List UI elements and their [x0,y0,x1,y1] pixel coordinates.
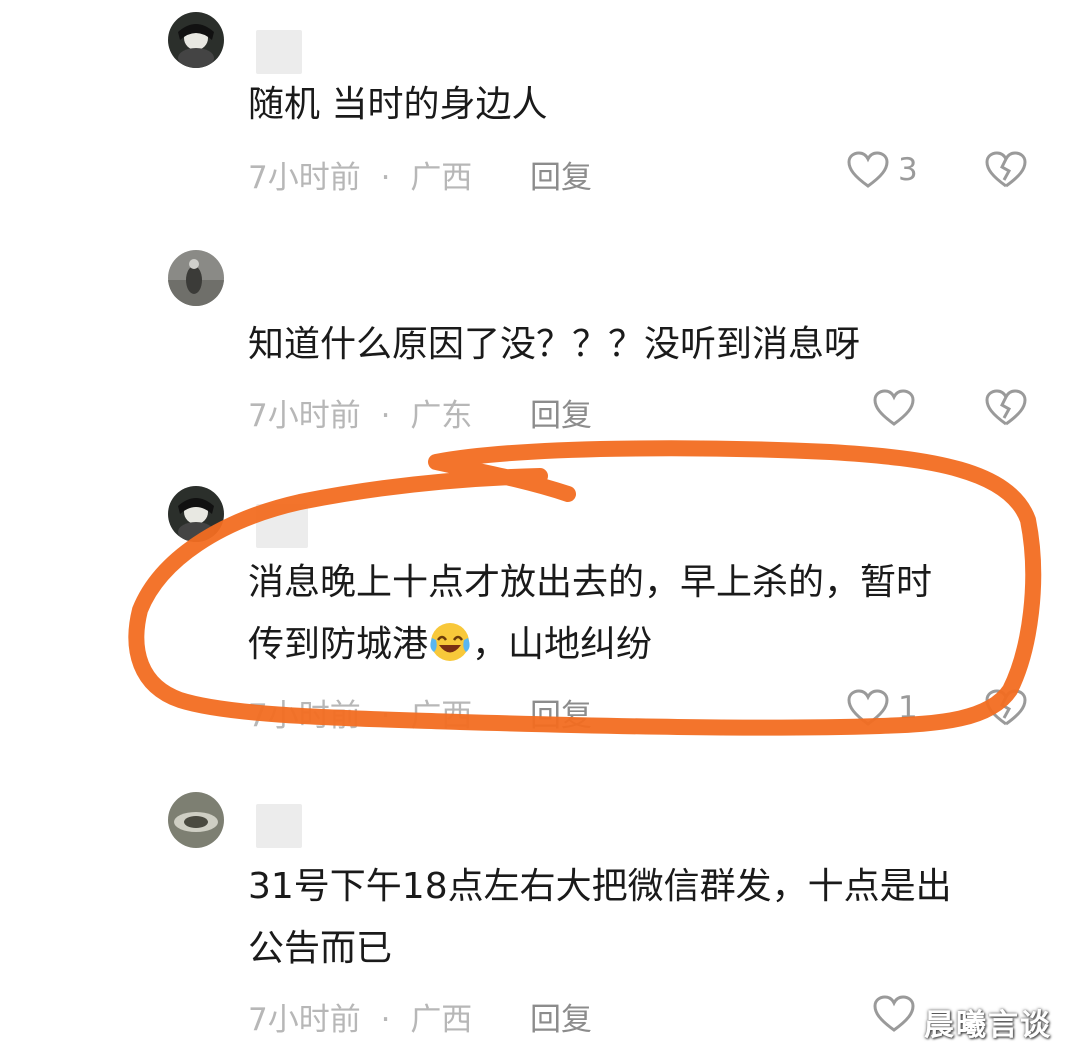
comment-location: 广西 [410,1002,473,1038]
like-button[interactable] [872,994,916,1034]
username-blurred[interactable] [256,30,302,74]
heart-icon [872,994,916,1034]
like-button[interactable]: 1 [846,688,918,728]
heart-icon [872,388,916,428]
meta-separator: · [380,398,391,434]
comment-location: 广西 [410,160,473,196]
comment-text-line: 消息晚上十点才放出去的，早上杀的，暂时 [248,562,933,603]
text-segment: 传到防城港 [248,624,429,665]
avatar[interactable] [168,792,224,848]
broken-heart-icon [984,388,1028,428]
meta-separator: · [380,698,391,734]
comment-text-line: 公告而已 [248,928,393,969]
reply-button[interactable]: 回复 [530,994,592,1039]
comment-text: 随机 当时的身边人 [248,84,548,125]
comment-location: 广东 [410,398,473,434]
comment-time: 7小时前 [248,160,361,196]
comment-meta: 7小时前 · 广西 [248,994,472,1039]
avatar[interactable] [168,250,224,306]
text-segment: ，山地纠纷 [472,624,653,665]
comment-meta: 7小时前 · 广西 [248,690,472,735]
dislike-button[interactable] [984,688,1028,728]
like-button[interactable]: 3 [846,150,918,190]
like-button[interactable] [872,388,916,428]
reply-button[interactable]: 回复 [530,690,592,735]
dislike-button[interactable] [984,388,1028,428]
meta-separator: · [380,1002,391,1038]
comment-text-line: 31号下午18点左右大把微信群发，十点是出 [248,866,952,907]
avatar[interactable] [168,12,224,68]
laughing-crying-emoji [428,620,472,664]
username-blurred[interactable] [256,804,302,848]
username-blurred[interactable] [256,504,308,548]
avatar[interactable] [168,486,224,542]
broken-heart-icon [984,688,1028,728]
comment-time: 7小时前 [248,398,361,434]
dislike-button[interactable] [984,150,1028,190]
comment-meta: 7小时前 · 广西 [248,152,472,197]
comment-text-line: 传到防城港 ，山地纠纷 [248,614,1038,676]
comment-text: 知道什么原因了没？？？没听到消息呀 [248,324,861,365]
comment-time: 7小时前 [248,1002,361,1038]
reply-button[interactable]: 回复 [530,390,592,435]
comment-text: 31号下午18点左右大把微信群发，十点是出 公告而已 [248,856,1048,980]
like-count: 1 [898,690,918,726]
comment-meta: 7小时前 · 广东 [248,390,472,435]
meta-separator: · [380,160,391,196]
comment-text: 消息晚上十点才放出去的，早上杀的，暂时 传到防城港 ，山地纠纷 [248,552,1038,676]
reply-button[interactable]: 回复 [530,152,592,197]
like-count: 3 [898,152,918,188]
broken-heart-icon [984,150,1028,190]
comment-location: 广西 [410,698,473,734]
watermark: 晨曦言谈 [924,1008,1052,1043]
comment-time: 7小时前 [248,698,361,734]
heart-icon [846,150,890,190]
heart-icon [846,688,890,728]
